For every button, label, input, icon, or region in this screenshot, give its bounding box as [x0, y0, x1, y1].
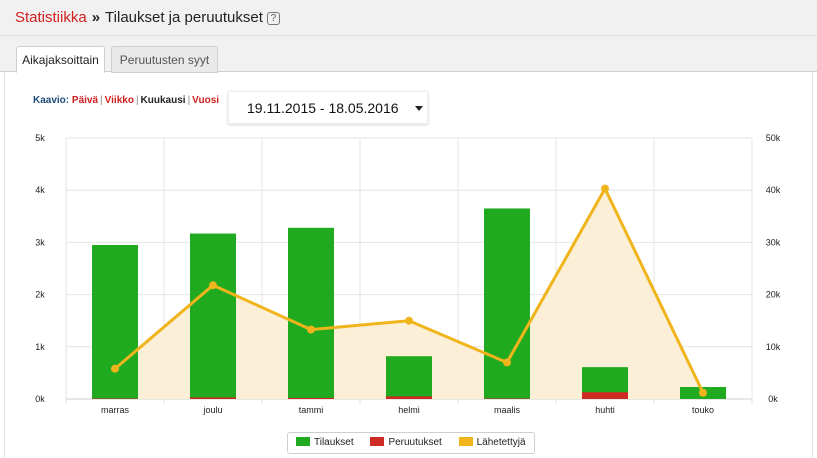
x-tick-label: touko — [692, 405, 714, 415]
bar-tilaukset — [190, 233, 236, 399]
chart-period-controls: Kaavio: Päivä | Viikko | Kuukausi | Vuosi — [33, 95, 219, 107]
page-header: Statistiikka» Tilaukset ja peruutukset? — [0, 0, 817, 36]
period-year-link[interactable]: Vuosi — [192, 95, 219, 106]
breadcrumb-separator: » — [91, 9, 101, 26]
y-left-tick-label: 5k — [35, 133, 45, 143]
y-left-tick-label: 2k — [35, 290, 45, 300]
bar-peruutukset — [190, 397, 236, 399]
period-separator: | — [100, 95, 103, 106]
x-tick-label: tammi — [299, 405, 324, 415]
legend-item-tilaukset[interactable]: Tilaukset — [296, 433, 354, 453]
point-lahetettyja — [111, 364, 119, 373]
period-separator: | — [187, 95, 191, 106]
period-day-link[interactable]: Päivä — [72, 95, 98, 106]
point-lahetettyja — [307, 325, 315, 334]
x-tick-label: helmi — [398, 405, 420, 415]
chart-legend: Tilaukset Peruutukset Lähetettyjä — [287, 432, 535, 454]
legend-label-lahetettyja: Lähetettyjä — [476, 437, 526, 448]
y-right-tick-label: 0k — [768, 394, 778, 404]
orders-chart: 0k 1k 2k 3k 4k 5k 0k 10k 20k 30k 40k 50k marras joulu… — [35, 133, 781, 415]
point-lahetettyja — [405, 316, 413, 325]
point-lahetettyja — [601, 184, 609, 193]
y-right-tick-label: 20k — [766, 290, 781, 300]
bar-peruutukset — [288, 397, 334, 399]
bar-tilaukset — [386, 356, 432, 399]
y-right-tick-label: 50k — [766, 133, 781, 143]
period-separator: | — [135, 95, 139, 106]
point-lahetettyja — [699, 388, 707, 397]
breadcrumb-statistiikka-link[interactable]: Statistiikka — [15, 9, 87, 26]
chart-period-label: Kaavio: — [33, 95, 70, 106]
period-month-link[interactable]: Kuukausi — [141, 95, 186, 106]
point-lahetettyja — [209, 281, 217, 290]
x-tick-label: joulu — [202, 405, 222, 415]
legend-label-tilaukset: Tilaukset — [314, 437, 354, 448]
date-range-select[interactable]: 19.11.2015 - 18.05.2016 — [228, 91, 428, 124]
breadcrumb: Statistiikka» Tilaukset ja peruutukset? — [15, 8, 280, 28]
y-left-tick-label: 0k — [35, 394, 45, 404]
y-left-tick-label: 1k — [35, 342, 45, 352]
bar-peruutukset — [386, 396, 432, 399]
tab-peruutusten-syyt[interactable]: Peruutusten syyt — [111, 46, 218, 73]
legend-item-peruutukset[interactable]: Peruutukset — [370, 433, 442, 453]
legend-swatch-lahetettyja — [458, 437, 473, 446]
y-left-tick-label: 4k — [35, 185, 45, 195]
bar-tilaukset — [92, 245, 138, 399]
x-tick-label: huhti — [595, 405, 615, 415]
x-tick-label: marras — [101, 405, 130, 415]
page-title: Tilaukset ja peruutukset — [105, 9, 263, 26]
y-right-tick-label: 40k — [766, 185, 781, 195]
legend-swatch-peruutukset — [370, 437, 385, 446]
help-icon[interactable]: ? — [266, 12, 280, 25]
legend-label-peruutukset: Peruutukset — [388, 437, 442, 448]
legend-item-lahetettyja[interactable]: Lähetettyjä — [458, 433, 526, 453]
x-tick-label: maalis — [494, 405, 521, 415]
bar-peruutukset — [484, 398, 530, 399]
y-right-tick-label: 30k — [766, 237, 781, 247]
y-left-tick-label: 3k — [35, 237, 45, 247]
y-right-tick-label: 10k — [766, 342, 781, 352]
tab-aikajaksoittain[interactable]: Aikajaksoittain — [16, 46, 105, 73]
bar-peruutukset — [92, 398, 138, 399]
caret-down-icon — [415, 106, 423, 111]
tab-bar: Aikajaksoittain Peruutusten syyt — [0, 36, 817, 73]
bar-tilaukset — [484, 208, 530, 399]
bar-peruutukset — [582, 392, 628, 399]
bar-tilaukset — [288, 227, 334, 399]
date-range-value: 19.11.2015 - 18.05.2016 — [247, 100, 399, 116]
legend-swatch-tilaukset — [296, 437, 310, 446]
period-week-link[interactable]: Viikko — [105, 95, 134, 106]
point-lahetettyja — [503, 358, 511, 367]
